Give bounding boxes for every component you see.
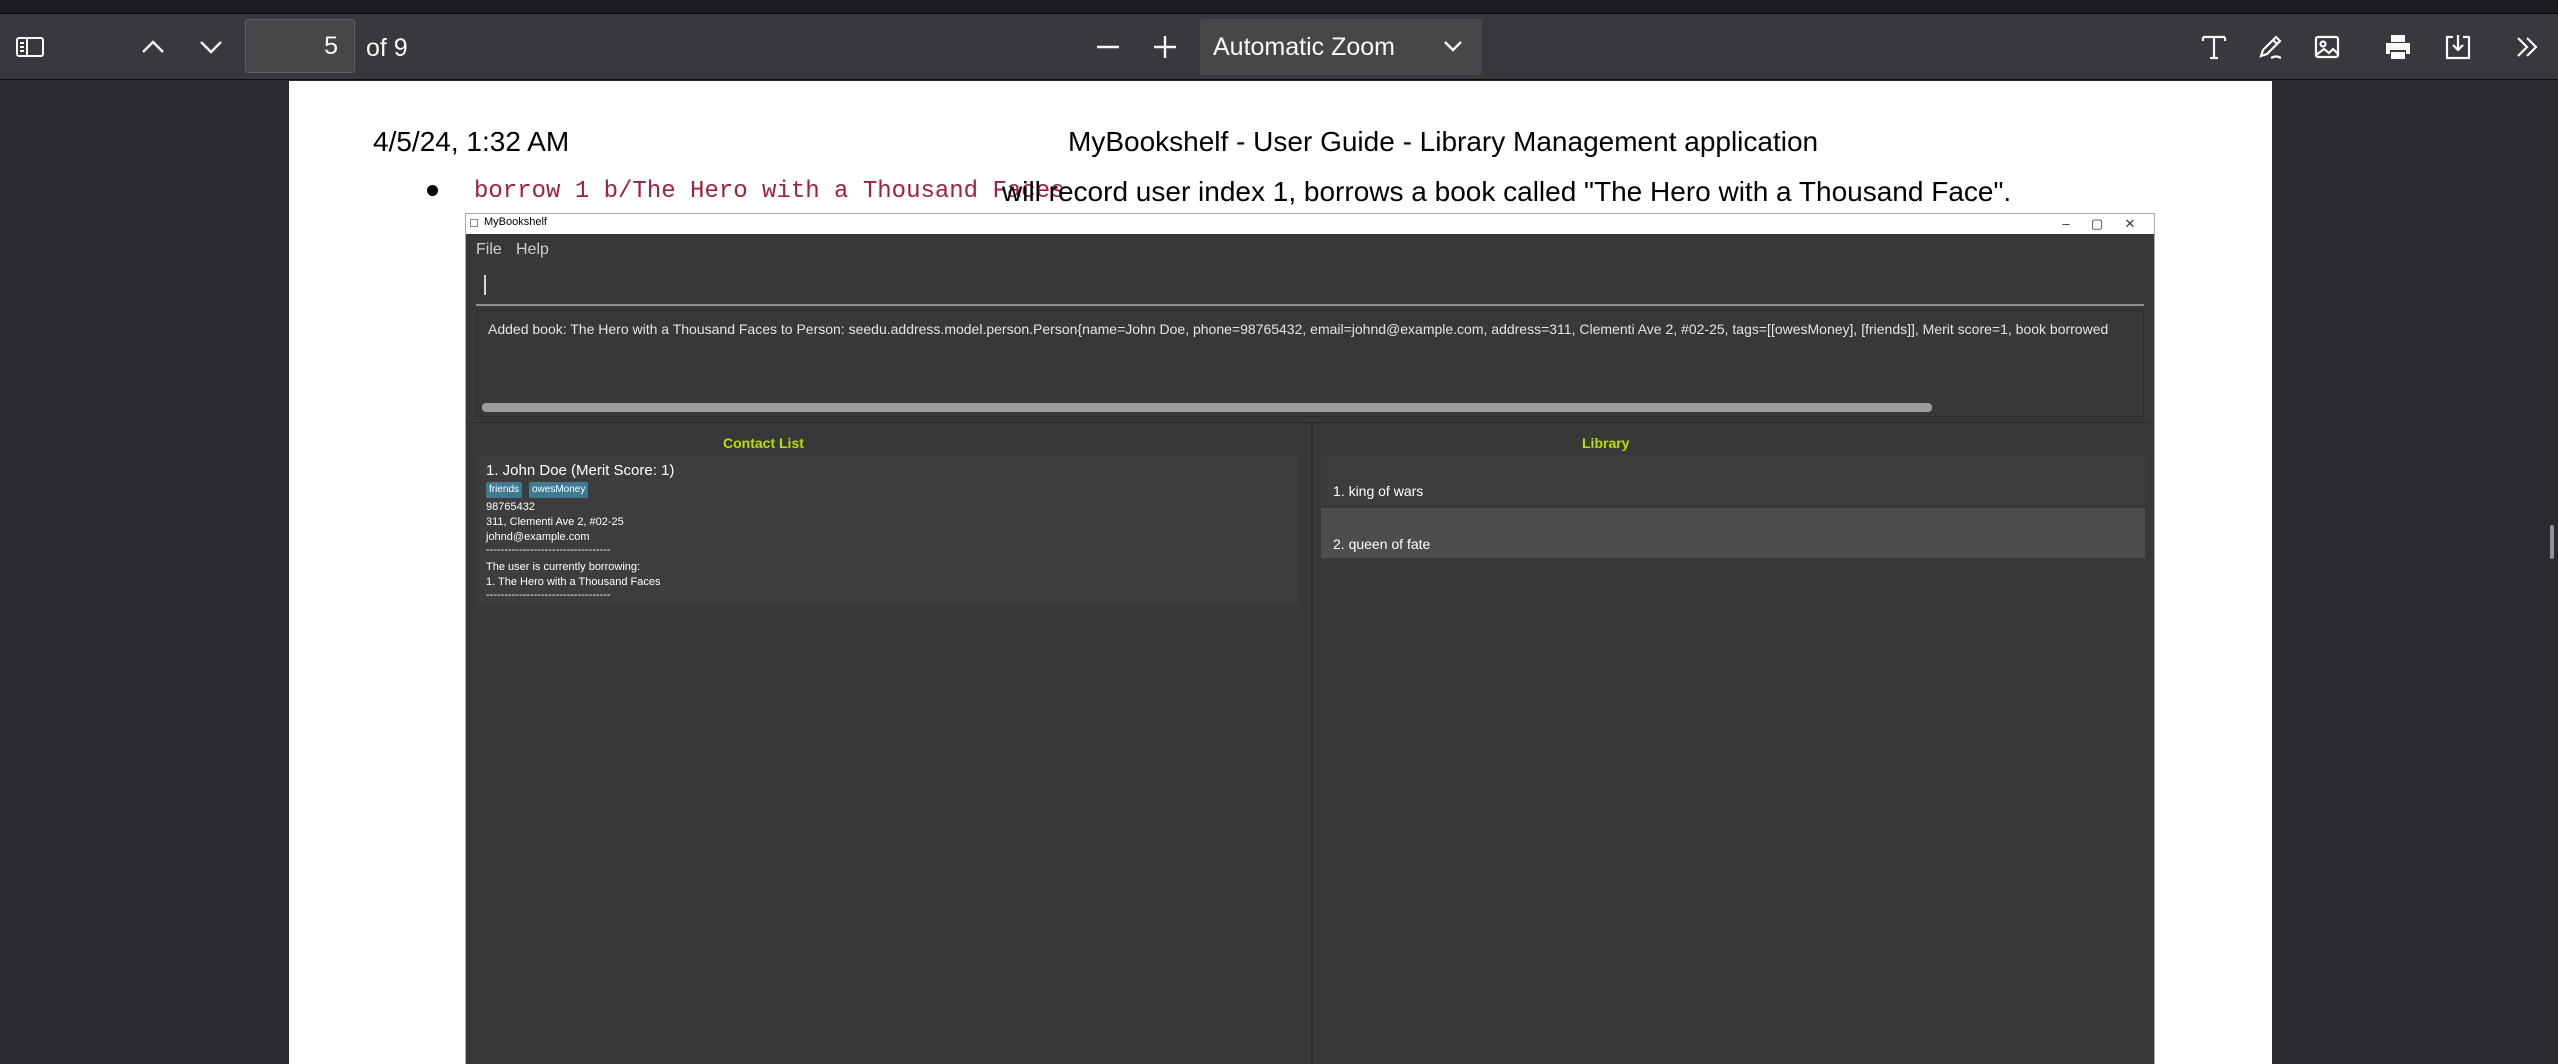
separator-line: ---------------------------------- bbox=[486, 544, 611, 556]
page-header-title: MyBookshelf - User Guide - Library Manag… bbox=[1068, 126, 1819, 157]
result-scrollbar bbox=[482, 403, 1932, 412]
image-tool-icon[interactable] bbox=[2305, 25, 2349, 69]
sidebar-toggle-icon[interactable] bbox=[8, 25, 52, 69]
app-window-title: MyBookshelf bbox=[484, 216, 547, 228]
next-page-icon[interactable] bbox=[189, 25, 233, 69]
maximize-icon: ▢ bbox=[2090, 216, 2104, 231]
previous-page-icon[interactable] bbox=[131, 25, 175, 69]
text-caret bbox=[484, 275, 486, 295]
library-item-label: 1. king of wars bbox=[1333, 483, 1424, 499]
zoom-select[interactable]: Automatic Zoom bbox=[1200, 19, 1482, 75]
zoom-in-icon[interactable] bbox=[1143, 25, 1187, 69]
print-icon[interactable] bbox=[2376, 25, 2420, 69]
close-icon: ✕ bbox=[2124, 216, 2136, 231]
person-phone: 98765432 bbox=[486, 501, 535, 513]
app-screenshot: MyBookshelf – ▢ ✕ File Help Added book: … bbox=[465, 213, 2155, 1064]
pane-divider bbox=[1311, 423, 1313, 1064]
library-title: Library bbox=[1582, 435, 1630, 451]
app-window-icon bbox=[470, 219, 478, 227]
more-tools-icon[interactable] bbox=[2506, 25, 2550, 69]
library-item-label: 2. queen of fate bbox=[1333, 536, 1431, 552]
viewer-scrollbar[interactable] bbox=[2550, 525, 2554, 559]
person-card: 1. John Doe (Merit Score: 1) friends owe… bbox=[476, 455, 1298, 605]
result-display: Added book: The Hero with a Thousand Fac… bbox=[476, 310, 2144, 417]
result-message: Added book: The Hero with a Thousand Fac… bbox=[488, 321, 2109, 337]
chevron-down-icon bbox=[1444, 41, 1462, 52]
minimize-icon: – bbox=[2062, 216, 2070, 231]
pdf-viewer[interactable]: 4/5/24, 1:32 AM MyBookshelf - User Guide… bbox=[0, 81, 2558, 1064]
save-icon[interactable] bbox=[2436, 25, 2480, 69]
person-address: 311, Clementi Ave 2, #02-25 bbox=[486, 516, 624, 528]
tag-friends: friends bbox=[486, 482, 523, 498]
pdf-toolbar: 5 of 9 Automatic Zoom bbox=[0, 14, 2558, 80]
person-name: 1. John Doe (Merit Score: 1) bbox=[486, 462, 675, 479]
app-menubar: File Help bbox=[466, 234, 2154, 264]
menu-help: Help bbox=[516, 241, 549, 258]
zoom-out-icon[interactable] bbox=[1086, 25, 1130, 69]
bullet-point bbox=[427, 185, 438, 196]
app-panes: Contact List Library 1. John Doe (Merit … bbox=[466, 422, 2154, 1064]
command-example-description: will record user index 1, borrows a book… bbox=[1002, 176, 2012, 207]
borrowed-book: 1. The Hero with a Thousand Faces bbox=[486, 576, 661, 588]
text-tool-icon[interactable] bbox=[2192, 25, 2236, 69]
command-input bbox=[476, 264, 2144, 306]
tag-owes-money: owesMoney bbox=[529, 482, 589, 498]
draw-tool-icon[interactable] bbox=[2248, 25, 2292, 69]
contact-list-title: Contact List bbox=[723, 435, 804, 451]
separator-line: ---------------------------------- bbox=[486, 589, 611, 601]
menu-file: File bbox=[476, 241, 502, 258]
borrowing-label: The user is currently borrowing: bbox=[486, 561, 641, 573]
page-header-date: 4/5/24, 1:32 AM bbox=[373, 126, 570, 157]
window-top-strip bbox=[0, 0, 2558, 14]
zoom-value: Automatic Zoom bbox=[1213, 33, 1396, 61]
page-count-label: of 9 bbox=[366, 34, 408, 62]
app-titlebar: MyBookshelf – ▢ ✕ bbox=[466, 214, 2154, 234]
command-example-code: borrow 1 b/The Hero with a Thousand Face… bbox=[474, 178, 1065, 205]
page-number-input[interactable]: 5 bbox=[245, 19, 355, 73]
library-item: 1. king of wars bbox=[1321, 455, 2145, 505]
library-item: 2. queen of fate bbox=[1321, 508, 2145, 558]
person-email: johnd@example.com bbox=[486, 531, 590, 543]
pdf-page: 4/5/24, 1:32 AM MyBookshelf - User Guide… bbox=[289, 81, 2272, 1064]
